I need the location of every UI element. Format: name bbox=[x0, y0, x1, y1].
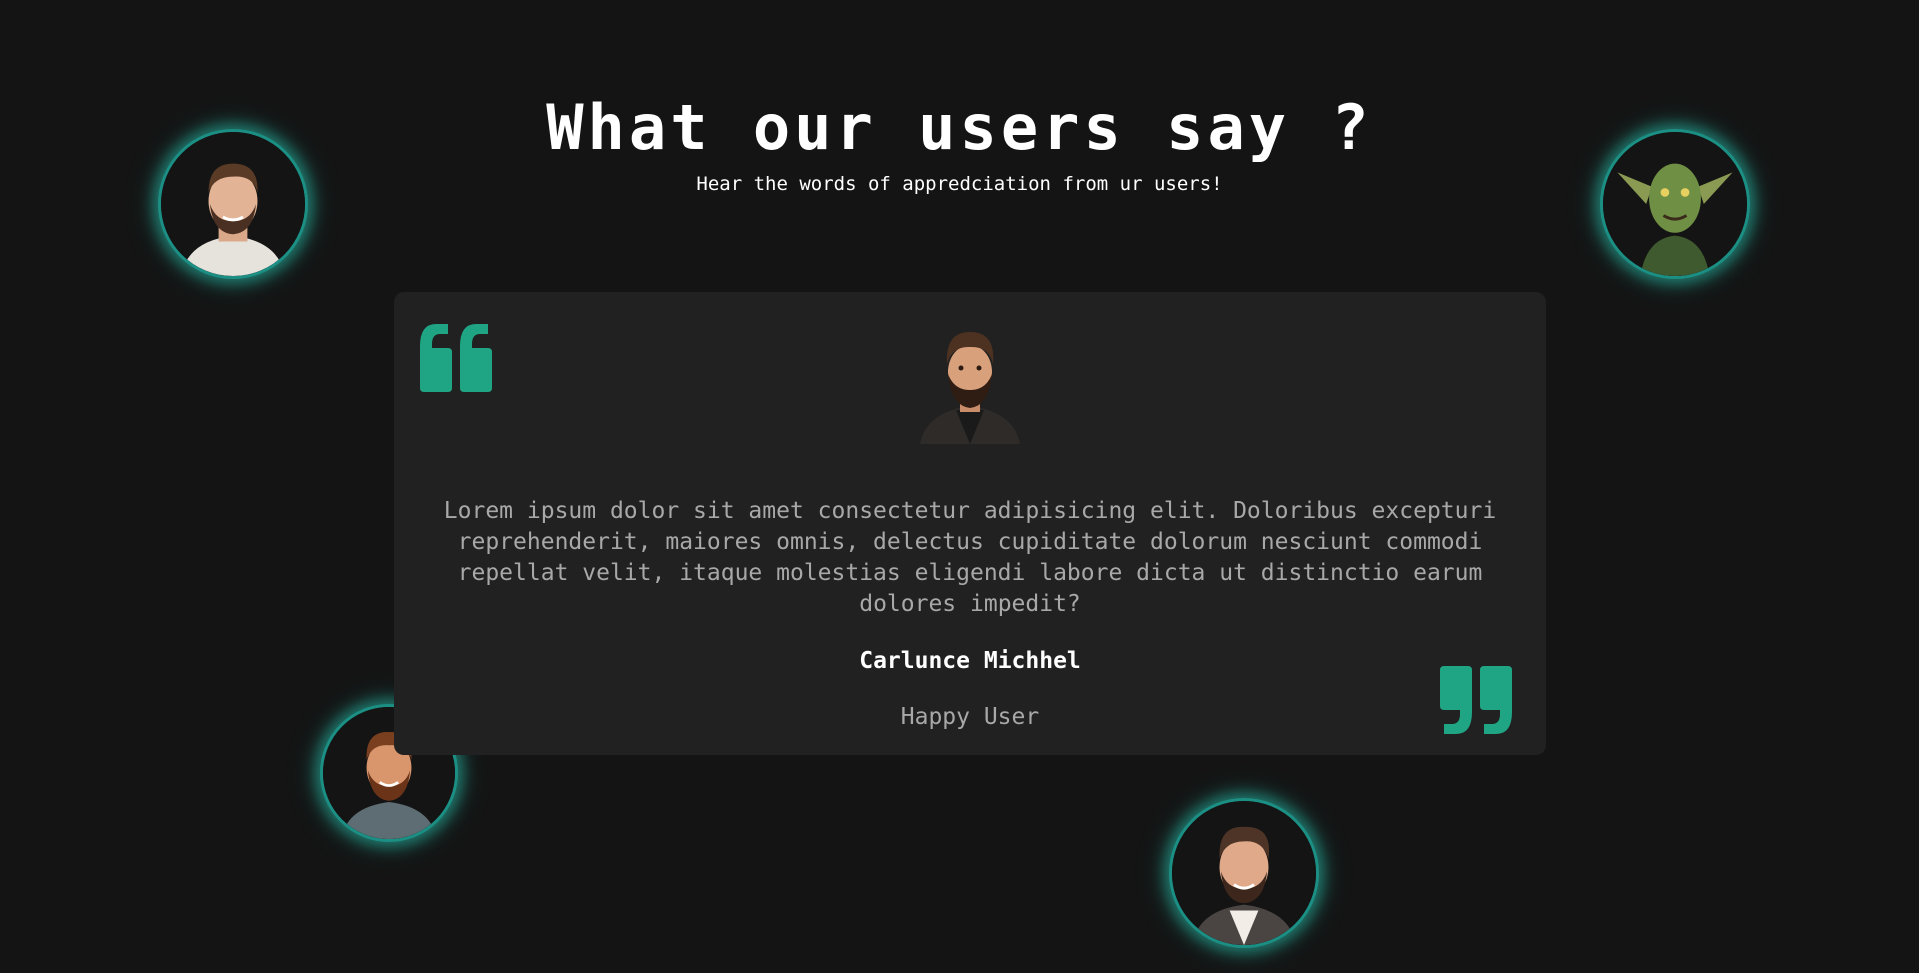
bearded-man-avatar-icon bbox=[920, 332, 1020, 444]
quote-close-icon bbox=[1440, 666, 1512, 734]
goblin-avatar-icon bbox=[1603, 132, 1747, 276]
testimonial-author-role: Happy User bbox=[900, 704, 1040, 730]
smiling-man-jacket-avatar-icon bbox=[1172, 801, 1316, 945]
user-avatar-smiling-man-jacket[interactable] bbox=[1169, 798, 1319, 948]
smiling-man-avatar-icon bbox=[161, 132, 305, 276]
quote-open-icon bbox=[420, 324, 492, 392]
user-avatar-goblin[interactable] bbox=[1600, 129, 1750, 279]
testimonial-text: Lorem ipsum dolor sit amet consectetur a… bbox=[443, 498, 1497, 617]
testimonial-card: Lorem ipsum dolor sit amet consectetur a… bbox=[394, 292, 1546, 755]
testimonial-author-name: Carlunce Michhel bbox=[859, 648, 1081, 674]
testimonials-section: What our users say ? Hear the words of a… bbox=[0, 0, 1919, 973]
user-avatar-smiling-man[interactable] bbox=[158, 129, 308, 279]
